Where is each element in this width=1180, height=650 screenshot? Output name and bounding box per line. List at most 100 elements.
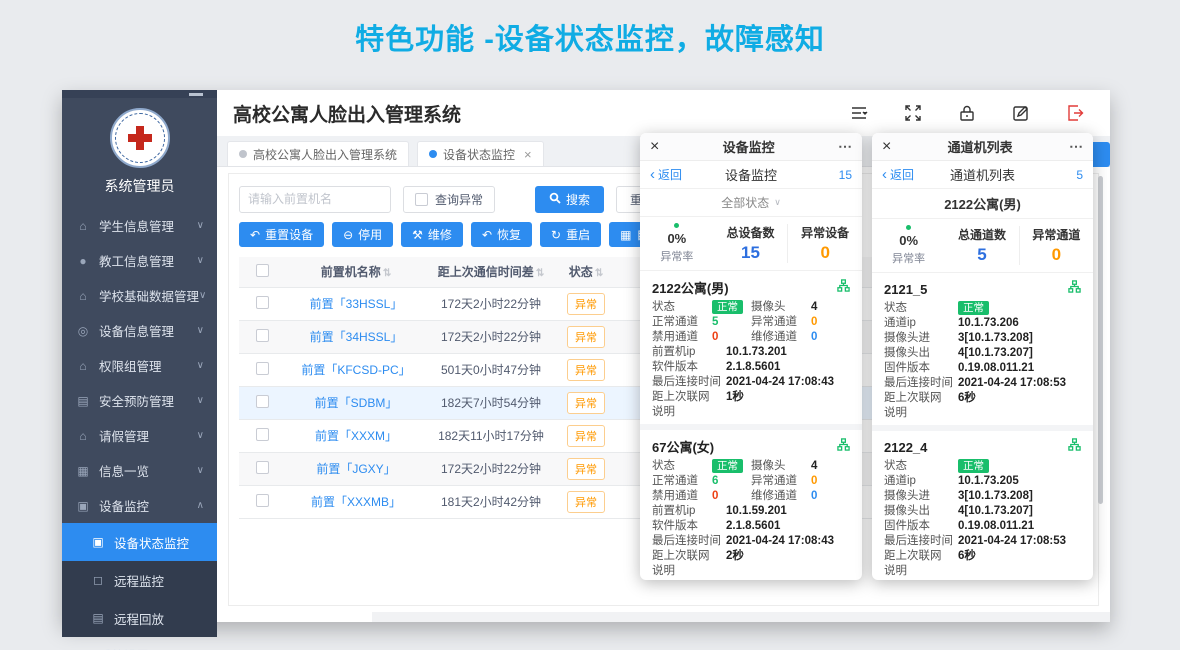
tab-device-status-monitor[interactable]: 设备状态监控 × [417,141,544,166]
row-checkbox[interactable] [256,329,269,342]
device-link[interactable]: 前置「XXXMB」 [311,495,401,509]
sidebar-item-label: 系统设置 [99,645,197,650]
col-name[interactable]: 前置机名称⇅ [285,257,427,287]
field-value: 0 [712,489,718,504]
row-checkbox[interactable] [256,296,269,309]
status-ok-badge: 正常 [712,459,743,473]
sidebar-item-leave-management[interactable]: ⌂ 请假管理 ∨ [62,418,217,453]
device-link[interactable]: 前置「33HSSL」 [310,297,403,311]
device-card: 2122公寓(男) 状态正常 摄像头4 正常通道5 异常通道0 禁用通道0 维修… [640,271,862,424]
row-checkbox[interactable] [256,395,269,408]
sidebar-item-label: 安全预防管理 [99,391,197,410]
menu-list-icon[interactable] [850,104,868,122]
restart-button[interactable]: ↻ 重启 [540,222,601,247]
panel-title: 通道机列表 [891,137,1069,156]
sidebar-item-label: 学生信息管理 [99,216,197,235]
tab-home[interactable]: 高校公寓人脸出入管理系统 [227,141,409,166]
more-icon[interactable]: ⋯ [838,138,852,155]
hidden-blue-button[interactable] [1090,142,1110,167]
row-checkbox[interactable] [256,494,269,507]
grid-icon: ▦ [620,229,631,241]
field-value: 10.1.59.201 [726,504,787,519]
col-time[interactable]: 距上次通信时间差⇅ [427,257,555,287]
drop-icon: ● [75,254,91,268]
field-value: 4[10.1.73.207] [958,504,1033,519]
device-link[interactable]: 前置「34HSSL」 [310,330,403,344]
sidebar-item-student-info[interactable]: ⌂ 学生信息管理 ∨ [62,208,217,243]
network-tree-icon[interactable] [837,438,850,456]
status-filter-dropdown[interactable]: 全部状态 ∨ [640,189,862,217]
field-label: 说明 [884,406,958,421]
edit-icon[interactable] [1012,104,1030,122]
disable-button[interactable]: ⊖ 停用 [332,222,393,247]
abnormal-channels-stat: 异常通道 0 [1019,226,1093,265]
chevron-down-icon: ∨ [197,465,204,476]
restore-button[interactable]: ↶ 恢复 [471,222,532,247]
sort-icon[interactable]: ⇅ [383,268,391,279]
device-count: 15 [806,168,852,182]
query-abnormal-checkbox-wrap[interactable]: 查询异常 [403,186,495,213]
back-button[interactable]: ‹ 返回 [882,166,928,183]
sidebar-item-info-overview[interactable]: ▦ 信息一览 ∨ [62,453,217,488]
field-label: 正常通道 [652,474,712,489]
back-button[interactable]: ‹ 返回 [650,166,696,183]
close-icon[interactable]: × [524,147,532,162]
col-status[interactable]: 状态⇅ [555,257,617,287]
field-label: 软件版本 [652,360,726,375]
field-label: 前置机ip [652,504,726,519]
fullscreen-icon[interactable] [904,104,922,122]
page-title: 特色功能 -设备状态监控，故障感知 [0,16,1180,58]
repair-button[interactable]: ⚒ 维修 [401,222,463,247]
device-link[interactable]: 前置「SDBM」 [315,396,398,410]
close-icon[interactable]: × [650,139,659,155]
chevron-down-icon: ∨ [197,395,204,406]
row-checkbox[interactable] [256,461,269,474]
sidebar-item-school-data[interactable]: ⌂ 学校基础数据管理 ∨ [62,278,217,313]
time-cell: 182天7小时54分钟 [427,386,555,419]
sort-icon[interactable]: ⇅ [595,268,603,279]
sidebar-item-remote-monitor[interactable]: ◻ 远程监控 [62,561,217,599]
more-icon[interactable]: ⋯ [1069,138,1083,155]
sidebar-item-system-settings[interactable]: ⚙ 系统设置 ∨ [62,637,217,650]
device-link[interactable]: 前置「JGXY」 [316,462,395,476]
network-tree-icon[interactable] [837,279,850,297]
filter-label: 全部状态 [721,194,769,211]
sidebar-item-staff-info[interactable]: ● 教工信息管理 ∨ [62,243,217,278]
device-link[interactable]: 前置「KFCSD-PC」 [301,363,410,377]
close-icon[interactable]: × [882,139,891,155]
camera-icon: ▣ [75,499,91,513]
device-card-title: 67公寓(女) [652,437,837,456]
field-label: 前置机ip [652,345,726,360]
channel-count: 5 [1037,168,1083,182]
sidebar-item-label: 请假管理 [99,426,197,445]
content-scrollbar[interactable] [1098,176,1103,504]
channel-card-title: 2121_5 [884,282,1068,297]
field-label: 摄像头进 [884,489,958,504]
sidebar-item-label: 学校基础数据管理 [99,286,199,305]
sidebar-item-device-monitor[interactable]: ▣ 设备监控 ∧ [62,488,217,523]
device-link[interactable]: 前置「XXXM」 [315,429,397,443]
field-value: 5 [712,315,718,330]
footer-strip [372,612,1110,622]
select-all-checkbox[interactable] [256,264,269,277]
lock-icon[interactable] [958,104,976,122]
checkbox-icon[interactable] [415,193,428,206]
network-tree-icon[interactable] [1068,438,1081,456]
field-value: 2秒 [726,549,744,564]
sidebar-item-security-prevention[interactable]: ▤ 安全预防管理 ∨ [62,383,217,418]
row-checkbox[interactable] [256,362,269,375]
reset-device-button[interactable]: ↶ 重置设备 [239,222,324,247]
sidebar-item-remote-playback[interactable]: ▤ 远程回放 [62,599,217,637]
row-checkbox[interactable] [256,428,269,441]
frontend-name-input[interactable] [239,186,391,213]
sort-icon[interactable]: ⇅ [536,268,544,279]
sidebar-item-device-status-monitor[interactable]: ▣ 设备状态监控 [62,523,217,561]
chevron-down-icon: ∨ [774,197,781,208]
search-button[interactable]: 搜索 [535,186,604,213]
sidebar-item-permission-group[interactable]: ⌂ 权限组管理 ∨ [62,348,217,383]
sidebar-item-device-info[interactable]: ◎ 设备信息管理 ∨ [62,313,217,348]
network-tree-icon[interactable] [1068,280,1081,298]
tab-dot-icon [239,150,247,158]
collapse-handle-icon[interactable] [189,93,203,96]
logout-icon[interactable] [1066,104,1084,122]
